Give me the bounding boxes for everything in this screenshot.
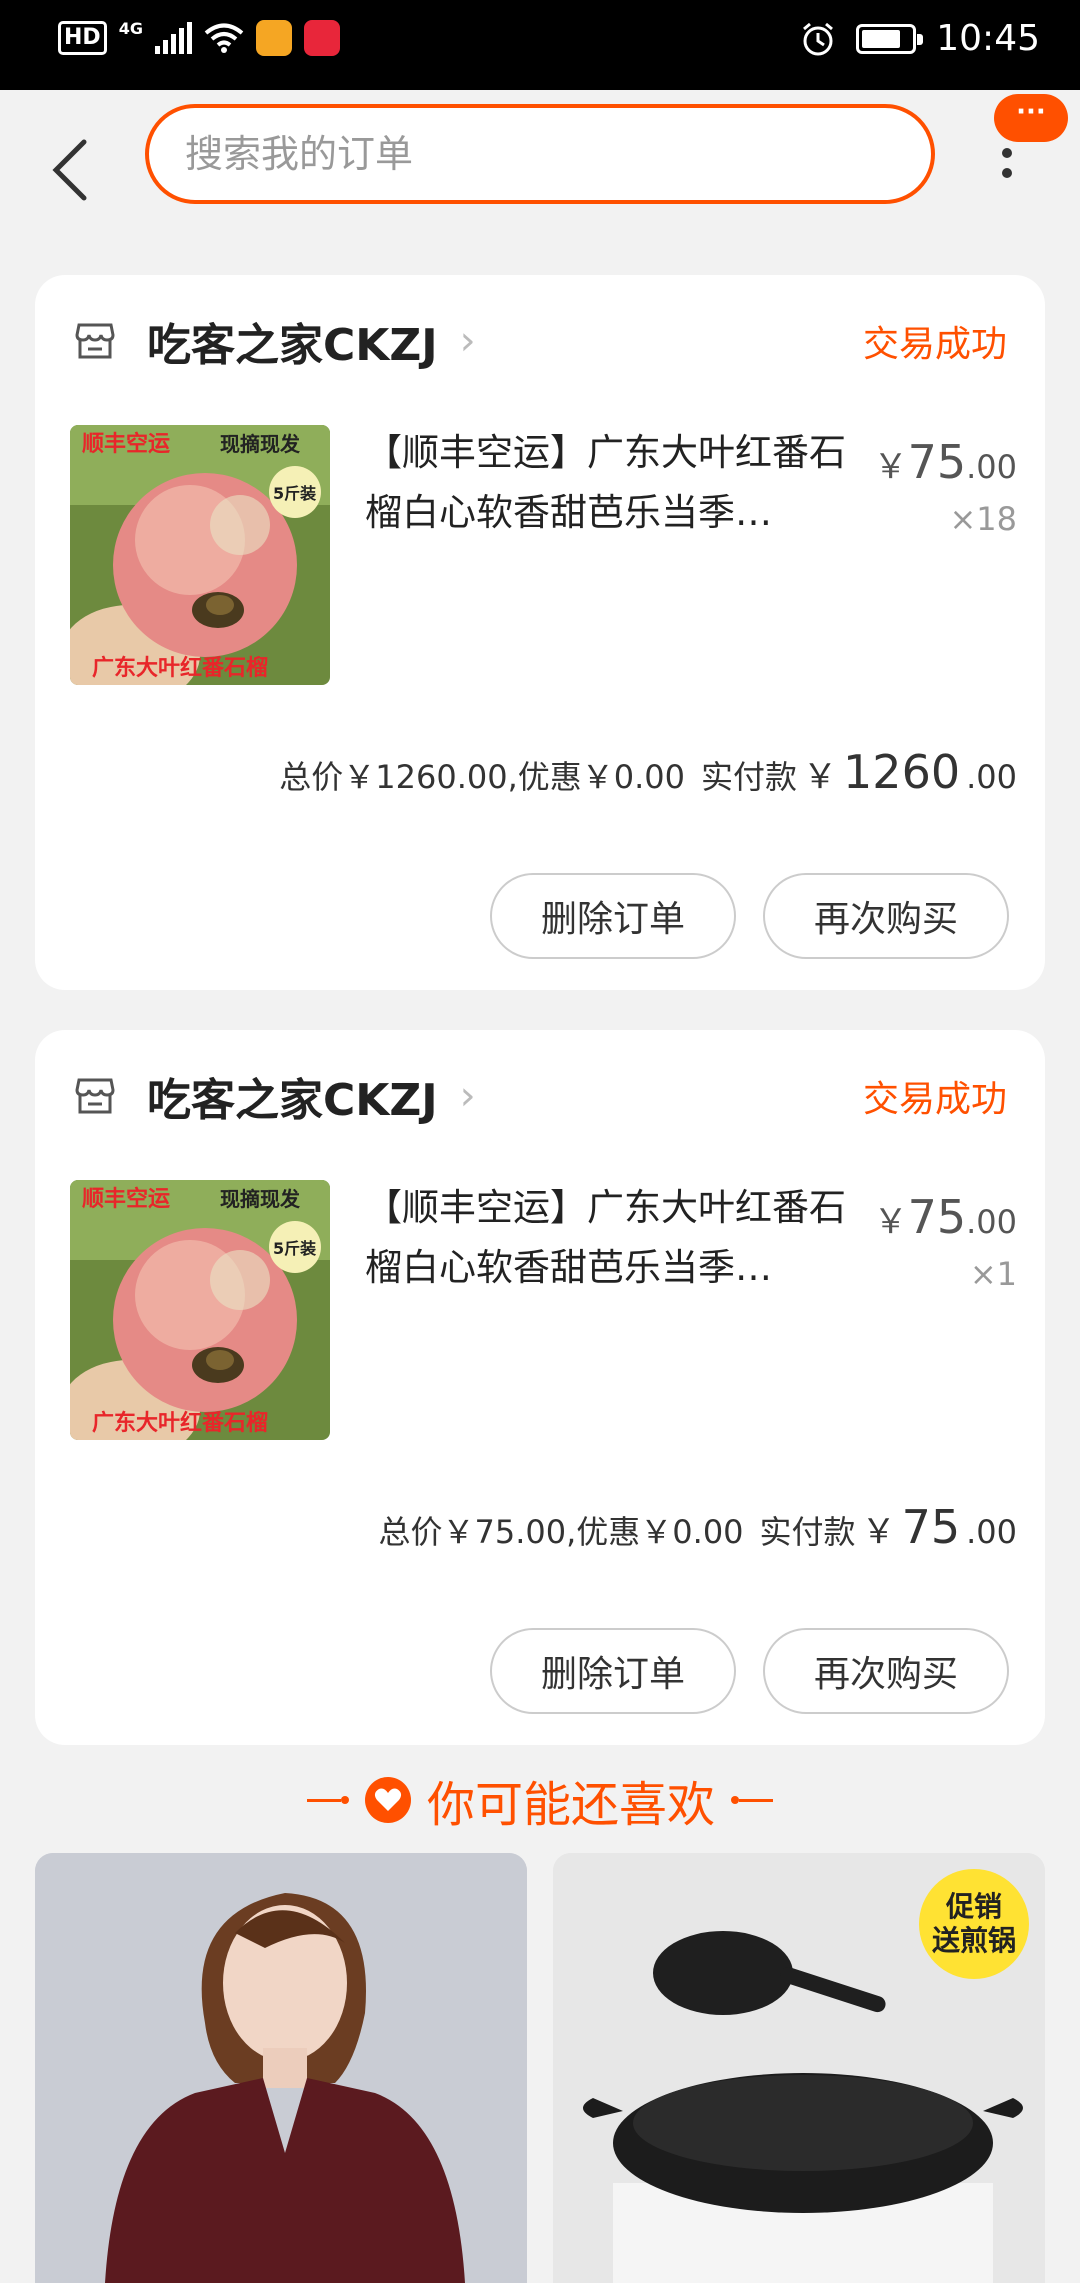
svg-text:广东大叶红番石榴: 广东大叶红番石榴 — [92, 1410, 268, 1436]
decor-line — [731, 1796, 773, 1804]
search-box[interactable] — [145, 104, 935, 204]
price-summary: 总价￥1260.00,优惠￥0.00 — [279, 758, 686, 796]
app-notification-icon-2 — [303, 20, 340, 56]
buy-again-button[interactable]: 再次购买 — [763, 1628, 1009, 1714]
status-bar: HD 4G 10:45 — [0, 0, 1080, 90]
svg-text:顺丰空运: 顺丰空运 — [82, 431, 170, 457]
svg-text:5斤装: 5斤装 — [273, 484, 316, 503]
clock: 10:45 — [936, 18, 1040, 59]
shop-header[interactable]: 吃客之家CKZJ › 交易成功 — [73, 1066, 1007, 1126]
more-dot-icon — [1002, 168, 1012, 178]
search-input[interactable] — [185, 132, 931, 176]
product-title[interactable]: 【顺丰空运】广东大叶红番石榴白心软香甜芭乐当季… — [365, 1178, 865, 1298]
recommend-heading: 你可能还喜欢 — [0, 1760, 1080, 1840]
more-dot-icon — [1002, 148, 1012, 158]
promo-badge: 促销 送煎锅 — [919, 1869, 1029, 1979]
chevron-right-icon: › — [459, 318, 476, 364]
message-badge[interactable]: ··· — [994, 94, 1068, 142]
order-total: 总价￥1260.00,优惠￥0.00 实付款 ￥ 1260.00 — [279, 745, 1017, 799]
product-image[interactable]: 顺丰空运 现摘现发 5斤装 广东大叶红番石榴 — [70, 425, 330, 685]
order-total: 总价￥75.00,优惠￥0.00 实付款 ￥ 75.00 — [378, 1500, 1018, 1554]
app-notification-icon — [255, 20, 292, 56]
top-header: ··· — [0, 90, 1080, 240]
more-menu-button[interactable] — [982, 130, 1032, 230]
recommend-title: 你可能还喜欢 — [426, 1777, 715, 1833]
svg-text:顺丰空运: 顺丰空运 — [82, 1186, 170, 1212]
store-icon — [75, 1078, 115, 1114]
svg-text:现摘现发: 现摘现发 — [220, 1187, 301, 1211]
decor-line — [306, 1796, 349, 1804]
hd-indicator: HD — [58, 21, 107, 55]
chevron-left-icon — [52, 139, 87, 201]
shop-name[interactable]: 吃客之家CKZJ — [147, 309, 438, 373]
alarm-icon — [800, 21, 836, 57]
battery-icon — [856, 23, 924, 54]
delete-order-button[interactable]: 删除订单 — [490, 1628, 736, 1714]
recommend-item-pan[interactable]: 促销 送煎锅 — [553, 1853, 1045, 2283]
signal-icon — [154, 22, 192, 54]
buy-again-button[interactable]: 再次购买 — [763, 873, 1009, 959]
product-title[interactable]: 【顺丰空运】广东大叶红番石榴白心软香甜芭乐当季… — [365, 423, 865, 543]
recommend-item-sweater[interactable] — [35, 1853, 527, 2283]
svg-text:广东大叶红番石榴: 广东大叶红番石榴 — [92, 655, 268, 681]
order-card: 吃客之家CKZJ › 交易成功 顺丰空运 现摘现发 5斤装 广东大叶红番石榴 【… — [35, 275, 1045, 990]
unit-price: ￥75.00 — [873, 435, 1017, 489]
network-type: 4G — [118, 18, 143, 38]
paid-amount: 1260 — [843, 745, 961, 799]
unit-price: ￥75.00 — [873, 1190, 1017, 1244]
paid-label: 实付款 — [759, 1513, 856, 1551]
product-image[interactable]: 顺丰空运 现摘现发 5斤装 广东大叶红番石榴 — [70, 1180, 330, 1440]
sweater-photo-icon — [35, 1853, 527, 2283]
quantity: ×1 — [969, 1255, 1017, 1293]
paid-amount: 75 — [901, 1500, 961, 1554]
back-button[interactable] — [40, 120, 100, 220]
order-card: 吃客之家CKZJ › 交易成功 顺丰空运 现摘现发 5斤装 广东大叶红番石榴 【… — [35, 1030, 1045, 1745]
shop-name[interactable]: 吃客之家CKZJ — [147, 1064, 438, 1128]
order-status: 交易成功 — [862, 324, 1007, 365]
wifi-icon — [204, 22, 244, 54]
store-icon — [75, 323, 115, 359]
heart-icon — [364, 1777, 411, 1823]
quantity: ×18 — [949, 500, 1017, 538]
price-summary: 总价￥75.00,优惠￥0.00 — [378, 1513, 744, 1551]
paid-label: 实付款 — [701, 758, 798, 796]
chevron-right-icon: › — [459, 1073, 476, 1119]
shop-header[interactable]: 吃客之家CKZJ › 交易成功 — [73, 311, 1007, 371]
delete-order-button[interactable]: 删除订单 — [490, 873, 736, 959]
order-status: 交易成功 — [862, 1079, 1007, 1120]
svg-text:5斤装: 5斤装 — [273, 1239, 316, 1258]
svg-text:现摘现发: 现摘现发 — [220, 432, 301, 456]
